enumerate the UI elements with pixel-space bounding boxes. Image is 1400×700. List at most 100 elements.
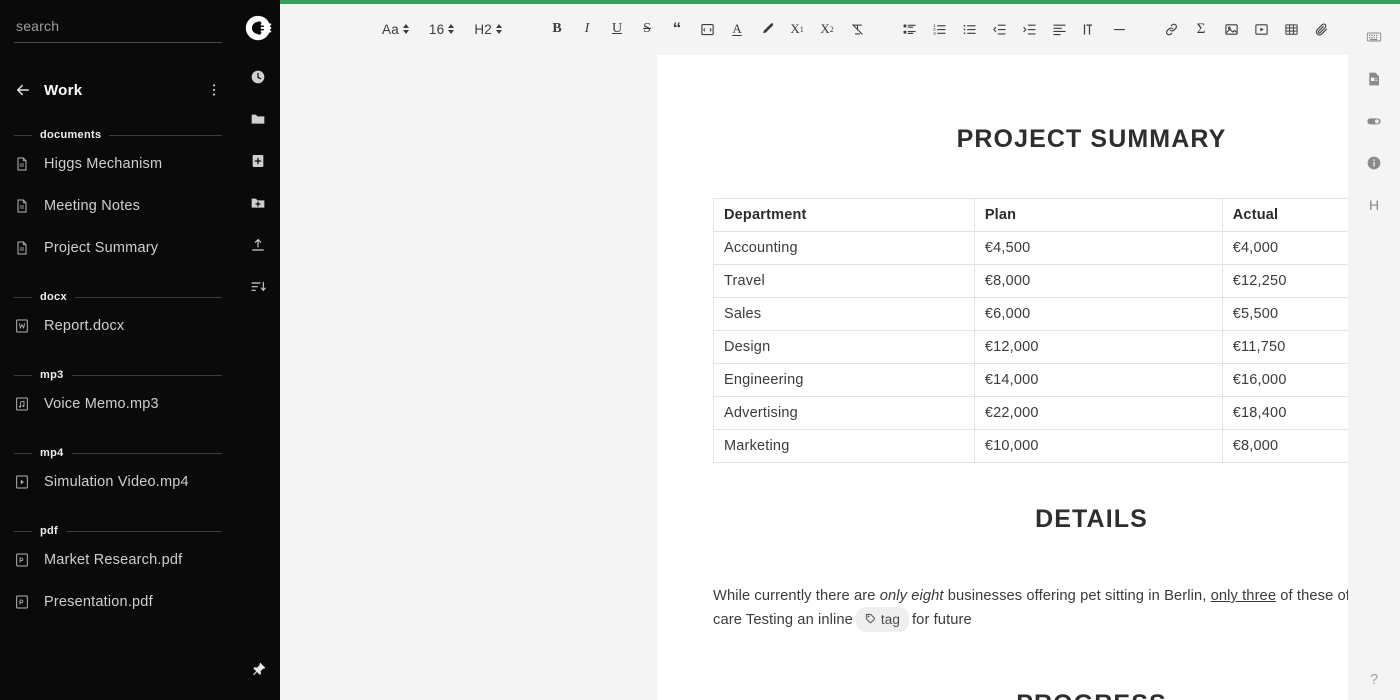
chevron-updown-icon: [496, 24, 503, 34]
table-row: Accounting €4,500 €4,000: [713, 231, 1400, 265]
file-name: Report.docx: [44, 318, 125, 334]
search-input[interactable]: [14, 14, 222, 43]
blockquote-icon[interactable]: “: [663, 15, 691, 43]
video-icon[interactable]: [1247, 15, 1275, 43]
chevron-updown-icon: [448, 24, 455, 34]
table-cell[interactable]: Travel: [713, 264, 975, 298]
inline-tag-chip[interactable]: tag: [855, 607, 909, 632]
font-size-select[interactable]: 16: [427, 22, 456, 37]
arrow-left-icon[interactable]: [14, 81, 32, 99]
separator-rule: [71, 374, 222, 376]
app-logo-icon[interactable]: [243, 0, 273, 56]
subscript-icon[interactable]: X1: [783, 15, 811, 43]
table-row: Design €12,000 €11,750: [713, 330, 1400, 364]
table-row: Sales €6,000 €5,500: [713, 297, 1400, 331]
code-block-icon[interactable]: [693, 15, 721, 43]
table-cell[interactable]: €22,000: [973, 396, 1223, 430]
horizontal-rule-icon[interactable]: [1105, 15, 1133, 43]
file-list-item[interactable]: Project Summary: [0, 227, 236, 269]
heading-level-value: H2: [474, 21, 493, 37]
table-cell[interactable]: €4,500: [973, 231, 1223, 265]
details-paragraph[interactable]: While currently there are only eight bus…: [713, 586, 1400, 632]
table-cell[interactable]: €8,000: [973, 264, 1223, 298]
bold-icon[interactable]: B: [543, 15, 571, 43]
pdf-file-icon: [14, 594, 30, 610]
top-accent-bar: [280, 0, 1400, 4]
upload-icon[interactable]: [236, 224, 280, 266]
table-cell[interactable]: Accounting: [713, 231, 975, 265]
audio-file-icon: [14, 396, 30, 412]
table-cell[interactable]: Marketing: [713, 429, 975, 463]
new-folder-icon[interactable]: [236, 182, 280, 224]
keyboard-shortcuts-icon[interactable]: [1348, 16, 1400, 58]
help-button[interactable]: ?: [1348, 671, 1400, 688]
info-icon[interactable]: [1348, 142, 1400, 184]
table-cell[interactable]: €6,000: [973, 297, 1223, 331]
document-properties-icon[interactable]: [1348, 58, 1400, 100]
clear-format-icon[interactable]: [843, 15, 871, 43]
table-icon[interactable]: [1277, 15, 1305, 43]
text-color-icon[interactable]: A: [723, 15, 751, 43]
table-cell[interactable]: Engineering: [713, 363, 975, 397]
file-list-item[interactable]: Market Research.pdf: [0, 539, 236, 581]
file-list-item[interactable]: Report.docx: [0, 305, 236, 347]
page-title: PROJECT SUMMARY: [956, 125, 1227, 153]
table-cell[interactable]: €12,000: [973, 330, 1223, 364]
table-cell[interactable]: Advertising: [713, 396, 975, 430]
bullet-list-icon[interactable]: [955, 15, 983, 43]
toggle-view-icon[interactable]: [1348, 100, 1400, 142]
tag-label: tag: [880, 612, 900, 627]
file-group-label: mp4: [40, 447, 64, 459]
sort-icon[interactable]: [236, 266, 280, 308]
table-cell[interactable]: €14,000: [973, 363, 1223, 397]
attachment-icon[interactable]: [1307, 15, 1335, 43]
outdent-icon[interactable]: [985, 15, 1013, 43]
indent-icon[interactable]: [1015, 15, 1043, 43]
file-list-item[interactable]: Simulation Video.mp4: [0, 461, 236, 503]
video-file-icon: [14, 474, 30, 490]
heading-outline-icon[interactable]: H: [1348, 184, 1400, 226]
superscript-icon[interactable]: X2: [813, 15, 841, 43]
sidebar-content: Work documents Higgs Mechanism Meeting Not…: [0, 0, 236, 700]
file-name: Project Summary: [44, 240, 159, 256]
file-list-item[interactable]: Voice Memo.mp3: [0, 383, 236, 425]
table-cell[interactable]: €10,000: [973, 429, 1223, 463]
editor-area: Aa 16 H2 B I U S “ A X 1 X 2 1 2 3 Σ PRO…: [280, 0, 1400, 700]
folder-title: Work: [44, 81, 83, 99]
align-left-icon[interactable]: [1045, 15, 1073, 43]
file-list-item[interactable]: Presentation.pdf: [0, 581, 236, 623]
budget-table[interactable]: Department Plan Actual Accounting €4,500 €4,…: [713, 198, 1400, 463]
text-file-icon: [14, 198, 30, 214]
pin-icon[interactable]: [236, 661, 280, 678]
file-list-item[interactable]: Meeting Notes: [0, 185, 236, 227]
formatting-toolbar: Aa 16 H2 B I U S “ A X 1 X 2 1 2 3 Σ: [280, 4, 1348, 54]
file-list-item[interactable]: Higgs Mechanism: [0, 143, 236, 185]
highlight-pen-icon[interactable]: [753, 15, 781, 43]
table-row: Travel €8,000 €12,250: [713, 264, 1400, 298]
text-file-icon: [14, 240, 30, 256]
more-vertical-icon[interactable]: [206, 82, 222, 98]
table-body: Accounting €4,500 €4,000 Travel €8,000 €12,25…: [713, 231, 1400, 463]
image-icon[interactable]: [1217, 15, 1245, 43]
separator-dash: [14, 134, 32, 136]
table-cell[interactable]: Design: [713, 330, 975, 364]
heading-level-select[interactable]: H2: [472, 22, 504, 37]
font-family-select[interactable]: Aa: [380, 22, 411, 37]
strikethrough-icon[interactable]: S: [633, 15, 661, 43]
text-direction-icon[interactable]: [1075, 15, 1103, 43]
toolbar-buttons: Aa 16 H2 B I U S “ A X 1 X 2 1 2 3 Σ: [280, 15, 1336, 43]
checklist-icon[interactable]: [895, 15, 923, 43]
new-file-icon[interactable]: [236, 140, 280, 182]
document-page[interactable]: PROJECT SUMMARY Department Plan Actual Acc…: [657, 55, 1400, 700]
folder-icon[interactable]: [236, 98, 280, 140]
underline-icon[interactable]: U: [603, 15, 631, 43]
italic-icon[interactable]: I: [573, 15, 601, 43]
link-icon[interactable]: [1157, 15, 1185, 43]
math-sigma-icon[interactable]: Σ: [1187, 15, 1215, 43]
rail-icon-list: [236, 56, 280, 308]
table-header-row: Department Plan Actual: [713, 198, 1400, 232]
file-group-label: docx: [40, 291, 67, 303]
table-cell[interactable]: Sales: [713, 297, 975, 331]
recent-clock-icon[interactable]: [236, 56, 280, 98]
ordered-list-icon[interactable]: 1 2 3: [925, 15, 953, 43]
